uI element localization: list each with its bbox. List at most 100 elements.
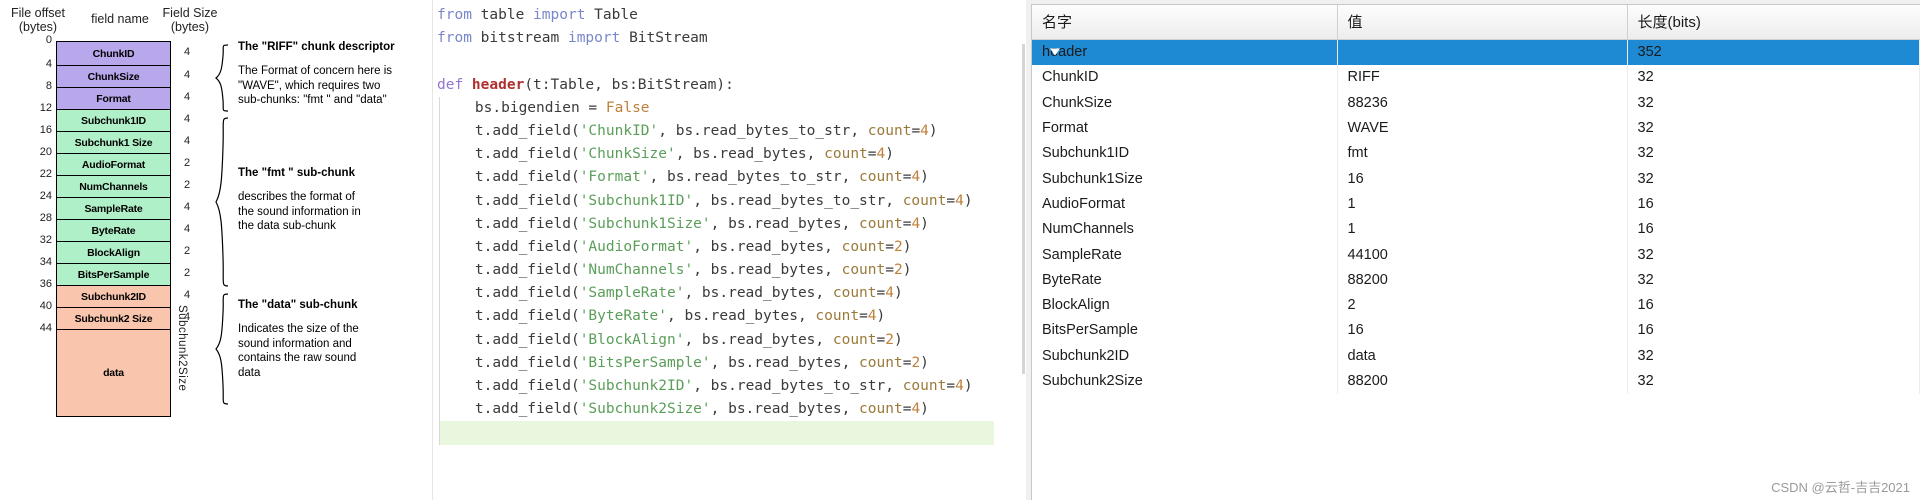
code-token: =	[876, 285, 886, 302]
code-token: t.add_field(	[440, 401, 580, 418]
code-token: , bs.read_bytes,	[667, 308, 816, 325]
field-size-label: 4	[183, 69, 191, 81]
table-row[interactable]: ChunkID RIFF 32	[1032, 64, 1920, 91]
field-size-label: 2	[183, 157, 191, 169]
code-token: 4	[920, 122, 929, 139]
cell-value: 16	[1337, 165, 1628, 192]
code-token: import	[533, 7, 595, 23]
cell-length: 32	[1627, 140, 1920, 166]
code-line[interactable]: t.add_field('Subchunk1ID', bs.read_bytes…	[439, 189, 994, 213]
code-token: (t:Table, bs:BitStream):	[524, 76, 734, 93]
code-line[interactable]	[439, 421, 994, 445]
code-token: 'Subchunk2ID'	[579, 378, 694, 394]
code-line[interactable]: t.add_field('Subchunk2Size', bs.read_byt…	[439, 398, 994, 422]
code-token: 2	[911, 354, 921, 371]
table-row[interactable]: ByteRate 88200 32	[1032, 267, 1920, 293]
cell-value: 88200	[1337, 368, 1628, 394]
table-row[interactable]: Subchunk1ID fmt 32	[1032, 140, 1920, 166]
table-row[interactable]: AudioFormat 1 16	[1032, 191, 1920, 217]
table-row[interactable]: Format WAVE 32	[1032, 115, 1920, 141]
field-block: SampleRate	[56, 197, 171, 219]
code-token: count	[841, 262, 886, 279]
brace-fmt-chunk	[215, 117, 231, 287]
offset-label: 32	[39, 234, 52, 246]
cell-length: 32	[1627, 115, 1920, 141]
code-token: 4	[911, 169, 921, 186]
code-line[interactable]: t.add_field('AudioFormat', bs.read_bytes…	[439, 235, 994, 260]
code-line[interactable]: from table import Table	[433, 4, 994, 27]
code-token: 2	[893, 238, 903, 255]
field-block-label: NumChannels	[79, 180, 148, 193]
table-row[interactable]: Subchunk1Size 16 32	[1032, 165, 1920, 192]
field-block: BitsPerSample	[56, 263, 171, 285]
offset-label: 16	[39, 124, 52, 136]
column-header-name[interactable]: 名字	[1032, 5, 1338, 40]
code-token: count	[832, 331, 877, 348]
field-size-label: 4	[183, 113, 191, 125]
cell-value: 1	[1337, 191, 1628, 217]
code-line[interactable]: t.add_field('NumChannels', bs.read_bytes…	[439, 259, 994, 283]
code-line[interactable]: t.add_field('BlockAlign', bs.read_bytes,…	[439, 328, 994, 352]
table-row[interactable]: BlockAlign 2 16	[1032, 292, 1920, 318]
code-token: count	[859, 354, 903, 371]
offset-label: 28	[39, 212, 52, 224]
cell-name[interactable]: header	[1032, 39, 1338, 65]
field-size-label: 4	[183, 289, 191, 301]
annotation-riff-body: The Format of concern here is "WAVE", wh…	[238, 65, 393, 106]
table-row[interactable]: NumChannels 1 16	[1032, 216, 1920, 242]
code-token: )	[902, 262, 912, 279]
code-line[interactable]: t.add_field('ChunkID', bs.read_bytes_to_…	[439, 119, 994, 144]
table-row[interactable]: ChunkSize 88236 32	[1032, 90, 1920, 116]
column-header-value[interactable]: 值	[1337, 5, 1628, 40]
code-line[interactable]: t.add_field('BitsPerSample', bs.read_byt…	[439, 351, 994, 375]
cell-name: Subchunk2ID	[1032, 343, 1338, 369]
code-token: )	[893, 285, 903, 302]
code-token: from	[437, 7, 481, 23]
field-size-label: 4	[183, 201, 191, 213]
cell-length: 32	[1627, 267, 1920, 293]
code-token: 'BitsPerSample'	[579, 354, 711, 371]
code-token: )	[928, 122, 938, 139]
code-line[interactable]: def header(t:Table, bs:BitStream):	[433, 74, 994, 97]
code-token: , bs.read_bytes,	[684, 331, 833, 348]
table-row[interactable]: Subchunk2ID data 32	[1032, 343, 1920, 369]
code-token: 4	[885, 285, 894, 302]
code-token: =	[876, 331, 886, 348]
chevron-down-icon[interactable]	[1050, 48, 1060, 56]
code-token: 'ByteRate'	[579, 308, 667, 325]
cell-length: 32	[1627, 165, 1920, 192]
code-line[interactable]: t.add_field('ByteRate', bs.read_bytes, c…	[439, 305, 994, 329]
code-line[interactable]	[433, 50, 994, 73]
field-block: NumChannels	[56, 175, 171, 197]
field-size-label: 4	[183, 135, 191, 147]
table-row[interactable]: header 352	[1032, 39, 1920, 65]
table-row[interactable]: BitsPerSample 16 16	[1032, 317, 1920, 344]
code-line[interactable]: t.add_field('ChunkSize', bs.read_bytes, …	[439, 143, 994, 167]
code-token: , bs.read_bytes,	[693, 238, 842, 255]
cell-length: 16	[1627, 216, 1920, 242]
code-token: 'SampleRate'	[579, 285, 685, 302]
cell-length: 352	[1627, 39, 1920, 65]
code-line[interactable]: t.add_field('Subchunk1Size', bs.read_byt…	[439, 212, 994, 236]
cell-value: 1	[1337, 216, 1628, 242]
code-token: , bs.read_bytes_to_str,	[693, 378, 903, 394]
offset-label: 12	[39, 102, 52, 114]
field-block: ChunkSize	[56, 65, 171, 87]
code-lines-container[interactable]: from table import Table from bitstream im…	[433, 0, 994, 500]
cell-value: 88200	[1337, 267, 1628, 293]
code-token: 2	[885, 331, 894, 348]
table-row[interactable]: Subchunk2Size 88200 32	[1032, 368, 1920, 394]
code-line[interactable]: t.add_field('Format', bs.read_bytes_to_s…	[439, 166, 994, 190]
code-token: t.add_field(	[440, 122, 580, 139]
code-token: def	[437, 76, 472, 93]
code-line[interactable]: from bitstream import BitStream	[433, 27, 994, 50]
field-block-label: Format	[96, 92, 131, 105]
column-header-length[interactable]: 长度(bits)	[1627, 5, 1920, 40]
code-token: t.add_field(	[440, 331, 580, 348]
code-line[interactable]: bs.bigendien = False	[439, 96, 994, 120]
table-row[interactable]: SampleRate 44100 32	[1032, 241, 1920, 268]
code-line[interactable]: t.add_field('SampleRate', bs.read_bytes,…	[439, 282, 994, 306]
code-token: t.add_field(	[440, 169, 580, 186]
code-line[interactable]: t.add_field('Subchunk2ID', bs.read_bytes…	[439, 375, 994, 399]
offset-label: 40	[39, 300, 52, 312]
